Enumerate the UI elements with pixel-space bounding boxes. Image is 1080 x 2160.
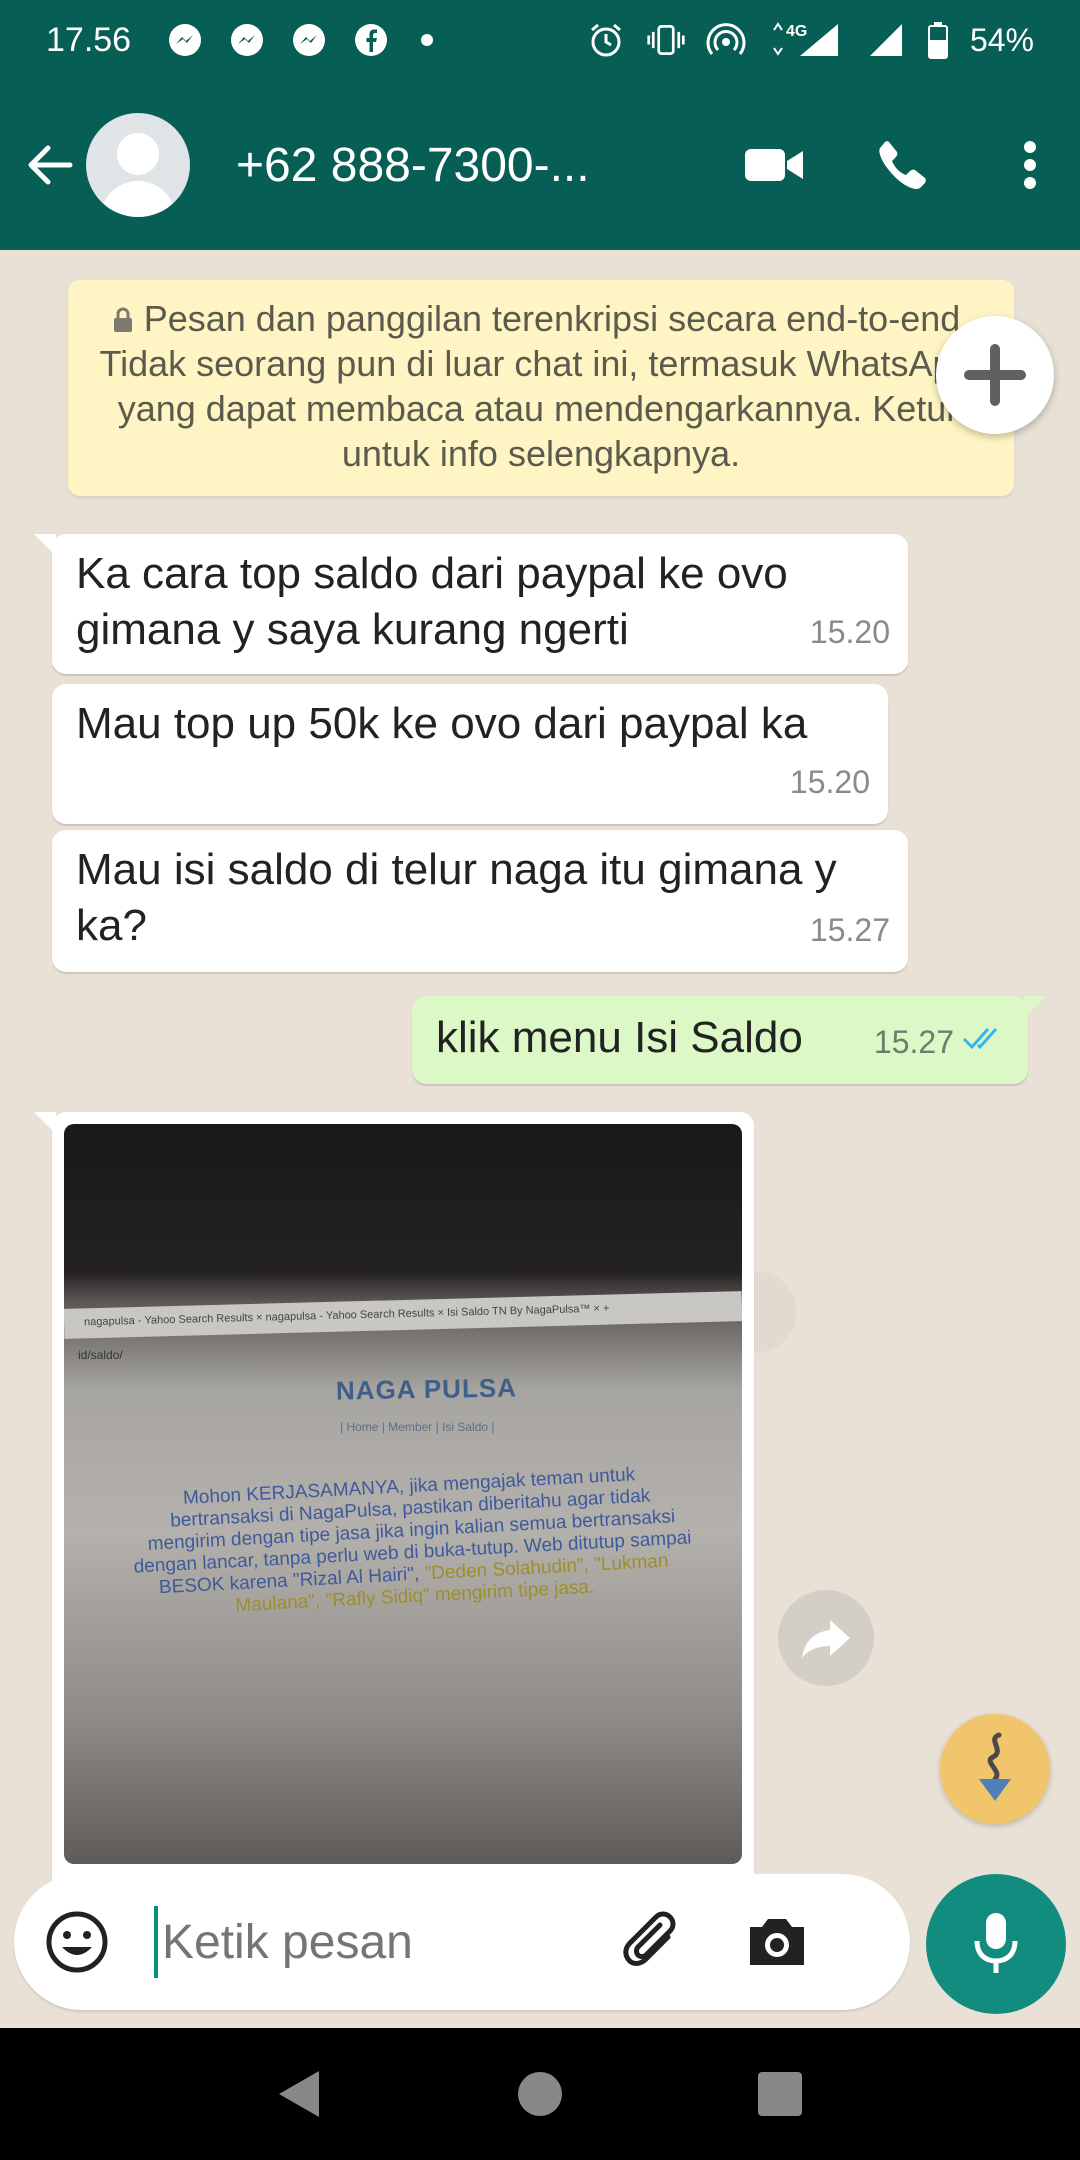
plus-icon [964, 344, 1026, 406]
chat-area[interactable]: Pesan dan panggilan terenkripsi secara e… [0, 250, 1080, 2020]
lock-icon [112, 298, 134, 332]
text-cursor [154, 1906, 158, 1978]
message-bubble-incoming[interactable]: Ka cara top saldo dari paypal ke ovo gim… [34, 534, 908, 674]
message-bubble-incoming[interactable]: Mau top up 50k ke ovo dari paypal ka 15.… [52, 684, 888, 824]
chat-header: +62 888-7300-... [0, 80, 1080, 250]
message-time: 15.20 [789, 764, 870, 800]
message-text: Mau isi saldo di telur naga itu gimana y… [76, 845, 837, 950]
attach-icon[interactable] [618, 1907, 688, 1977]
photo-attachment[interactable]: nagapulsa - Yahoo Search Results × nagap… [64, 1124, 742, 1864]
photo-url: id/saldo/ [78, 1348, 123, 1362]
message-bubble-outgoing[interactable]: klik menu Isi Saldo 15.27 [412, 996, 1046, 1084]
encryption-notice[interactable]: Pesan dan panggilan terenkripsi secara e… [68, 280, 1014, 496]
battery-percent: 54% [969, 21, 1034, 58]
message-time: 15.27 [873, 1024, 954, 1060]
message-composer [14, 1874, 910, 2010]
mic-icon [974, 1913, 1018, 1973]
photo-brand: NAGA PULSA [335, 1372, 518, 1406]
encryption-notice-text: Pesan dan panggilan terenkripsi secara e… [99, 298, 983, 474]
scroll-down-icon [979, 1732, 1011, 1801]
video-call-icon[interactable] [734, 125, 814, 205]
nav-home-icon[interactable] [510, 2064, 570, 2124]
message-input[interactable] [162, 1914, 612, 1970]
facebook-icon [351, 20, 391, 60]
read-ticks-icon [962, 1014, 1010, 1070]
signal-icon [866, 20, 906, 60]
vibrate-icon [646, 20, 686, 60]
signal-4g-icon: 4G [766, 20, 846, 60]
message-bubble-incoming[interactable]: Mau isi saldo di telur naga itu gimana y… [52, 830, 908, 972]
battery-icon [926, 20, 950, 60]
mic-button[interactable] [926, 1874, 1066, 2014]
nav-recents-icon[interactable] [750, 2064, 810, 2124]
message-text: Ka cara top saldo dari paypal ke ovo gim… [76, 549, 788, 654]
forward-icon [802, 1620, 850, 1658]
messenger-icon [165, 20, 205, 60]
messenger-icon [289, 20, 329, 60]
photo-paragraph: Mohon KERJASAMANYA, jika mengajak teman … [133, 1464, 692, 1617]
photo-nav: | Home | Member | Isi Saldo | [340, 1420, 495, 1434]
svg-text:4G: 4G [786, 23, 807, 40]
message-time: 15.27 [809, 912, 890, 948]
back-arrow-icon[interactable] [20, 135, 80, 195]
contact-avatar[interactable] [86, 113, 190, 217]
notification-dot-icon [421, 34, 434, 46]
scroll-down-button[interactable] [940, 1714, 1050, 1824]
message-text: Mau top up 50k ke ovo dari paypal ka [76, 699, 808, 748]
message-time: 15.20 [809, 614, 890, 650]
alarm-icon [586, 20, 626, 60]
image-message[interactable]: nagapulsa - Yahoo Search Results × nagap… [34, 1112, 754, 1912]
contact-name[interactable]: +62 888-7300-... [236, 138, 646, 193]
status-bar: 17.56 4G 54% [0, 0, 1080, 80]
photo-browser-tabs: nagapulsa - Yahoo Search Results × nagap… [64, 1291, 742, 1339]
add-contact-button[interactable] [936, 316, 1054, 434]
camera-icon[interactable] [742, 1907, 812, 1977]
forward-button[interactable] [778, 1590, 874, 1686]
emoji-icon[interactable] [44, 1909, 110, 1975]
message-meta: 15.27 [874, 1014, 1010, 1070]
nav-back-icon[interactable] [270, 2064, 330, 2124]
status-time: 17.56 [46, 20, 132, 59]
system-nav-bar [0, 2028, 1080, 2160]
hotspot-icon [706, 20, 746, 60]
messenger-icon [227, 20, 267, 60]
more-options-icon[interactable] [990, 125, 1070, 205]
voice-call-icon[interactable] [862, 125, 942, 205]
